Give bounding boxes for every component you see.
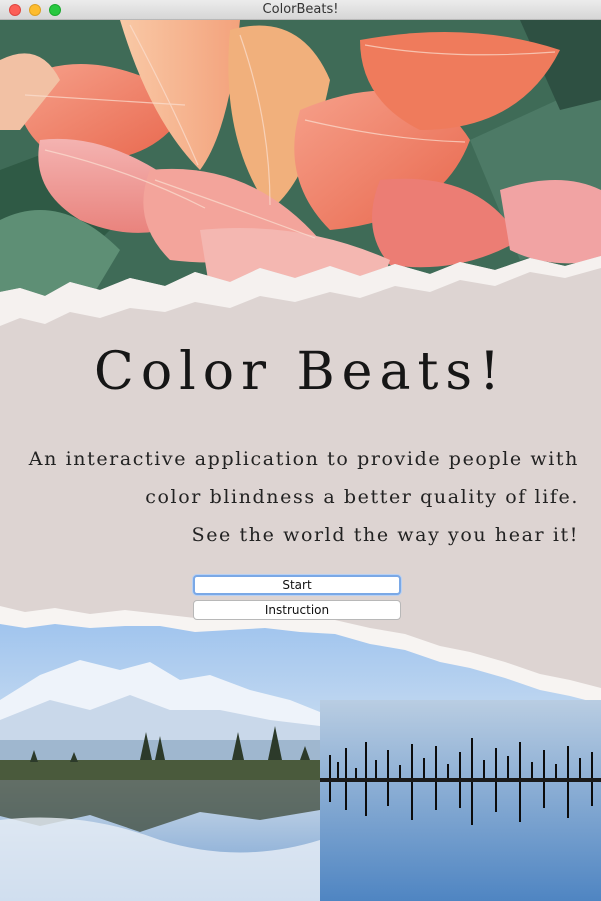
window-titlebar: ColorBeats! xyxy=(0,0,601,20)
description-line: color blindness a better quality of life… xyxy=(145,486,579,508)
description-line: See the world the way you hear it! xyxy=(191,524,579,546)
instruction-button[interactable]: Instruction xyxy=(193,600,401,620)
app-heading: Color Beats! xyxy=(94,342,507,402)
window-title: ColorBeats! xyxy=(262,2,339,17)
app-content: Color Beats! An interactive application … xyxy=(0,20,601,901)
start-button[interactable]: Start xyxy=(193,575,401,595)
description-line: An interactive application to provide pe… xyxy=(28,448,579,470)
